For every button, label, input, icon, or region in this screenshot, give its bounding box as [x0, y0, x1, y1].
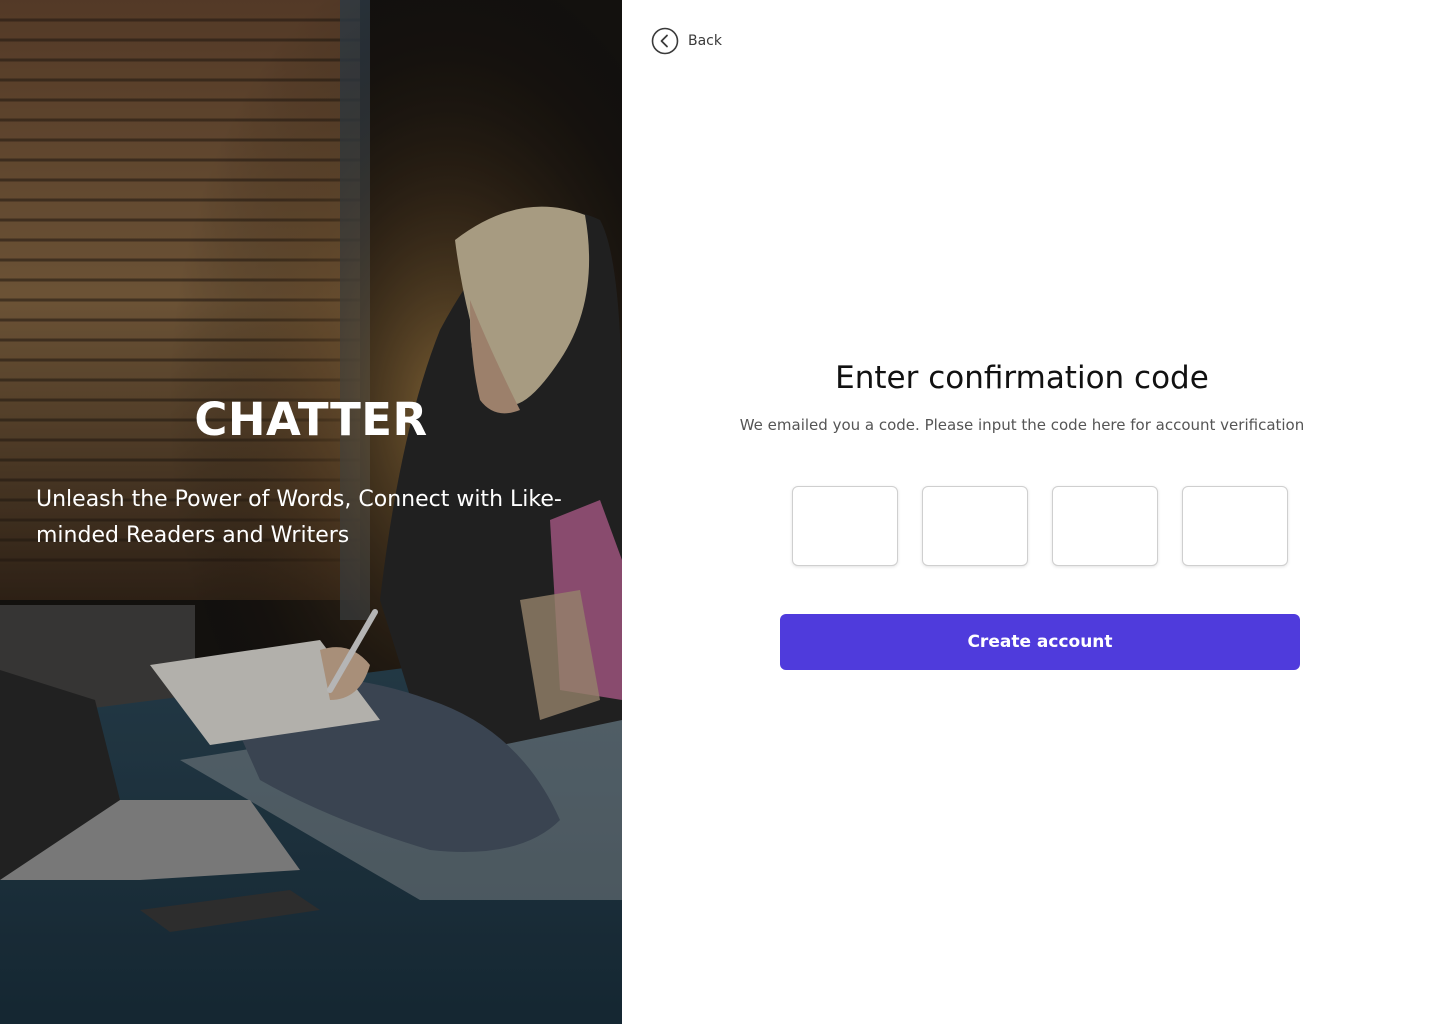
chevron-left-circle-icon: [651, 27, 679, 55]
signup-page: CHATTER Unleash the Power of Words, Conn…: [0, 0, 1440, 1024]
page-subtitle: We emailed you a code. Please input the …: [739, 416, 1305, 434]
brand-tagline: Unleash the Power of Words, Connect with…: [36, 487, 562, 548]
confirmation-code-inputs: [792, 486, 1288, 566]
code-digit-3-input[interactable]: [1052, 486, 1158, 566]
code-digit-4-input[interactable]: [1182, 486, 1288, 566]
form-panel: Back Enter confirmation code We emailed …: [622, 0, 1440, 1024]
brand-title: CHATTER: [194, 393, 428, 446]
create-account-button[interactable]: Create account: [780, 614, 1300, 670]
code-digit-2-input[interactable]: [922, 486, 1028, 566]
hero-panel: CHATTER Unleash the Power of Words, Conn…: [0, 0, 622, 1024]
page-title: Enter confirmation code: [835, 360, 1209, 396]
back-button[interactable]: Back: [651, 27, 722, 55]
code-digit-1-input[interactable]: [792, 486, 898, 566]
back-label: Back: [688, 33, 722, 49]
